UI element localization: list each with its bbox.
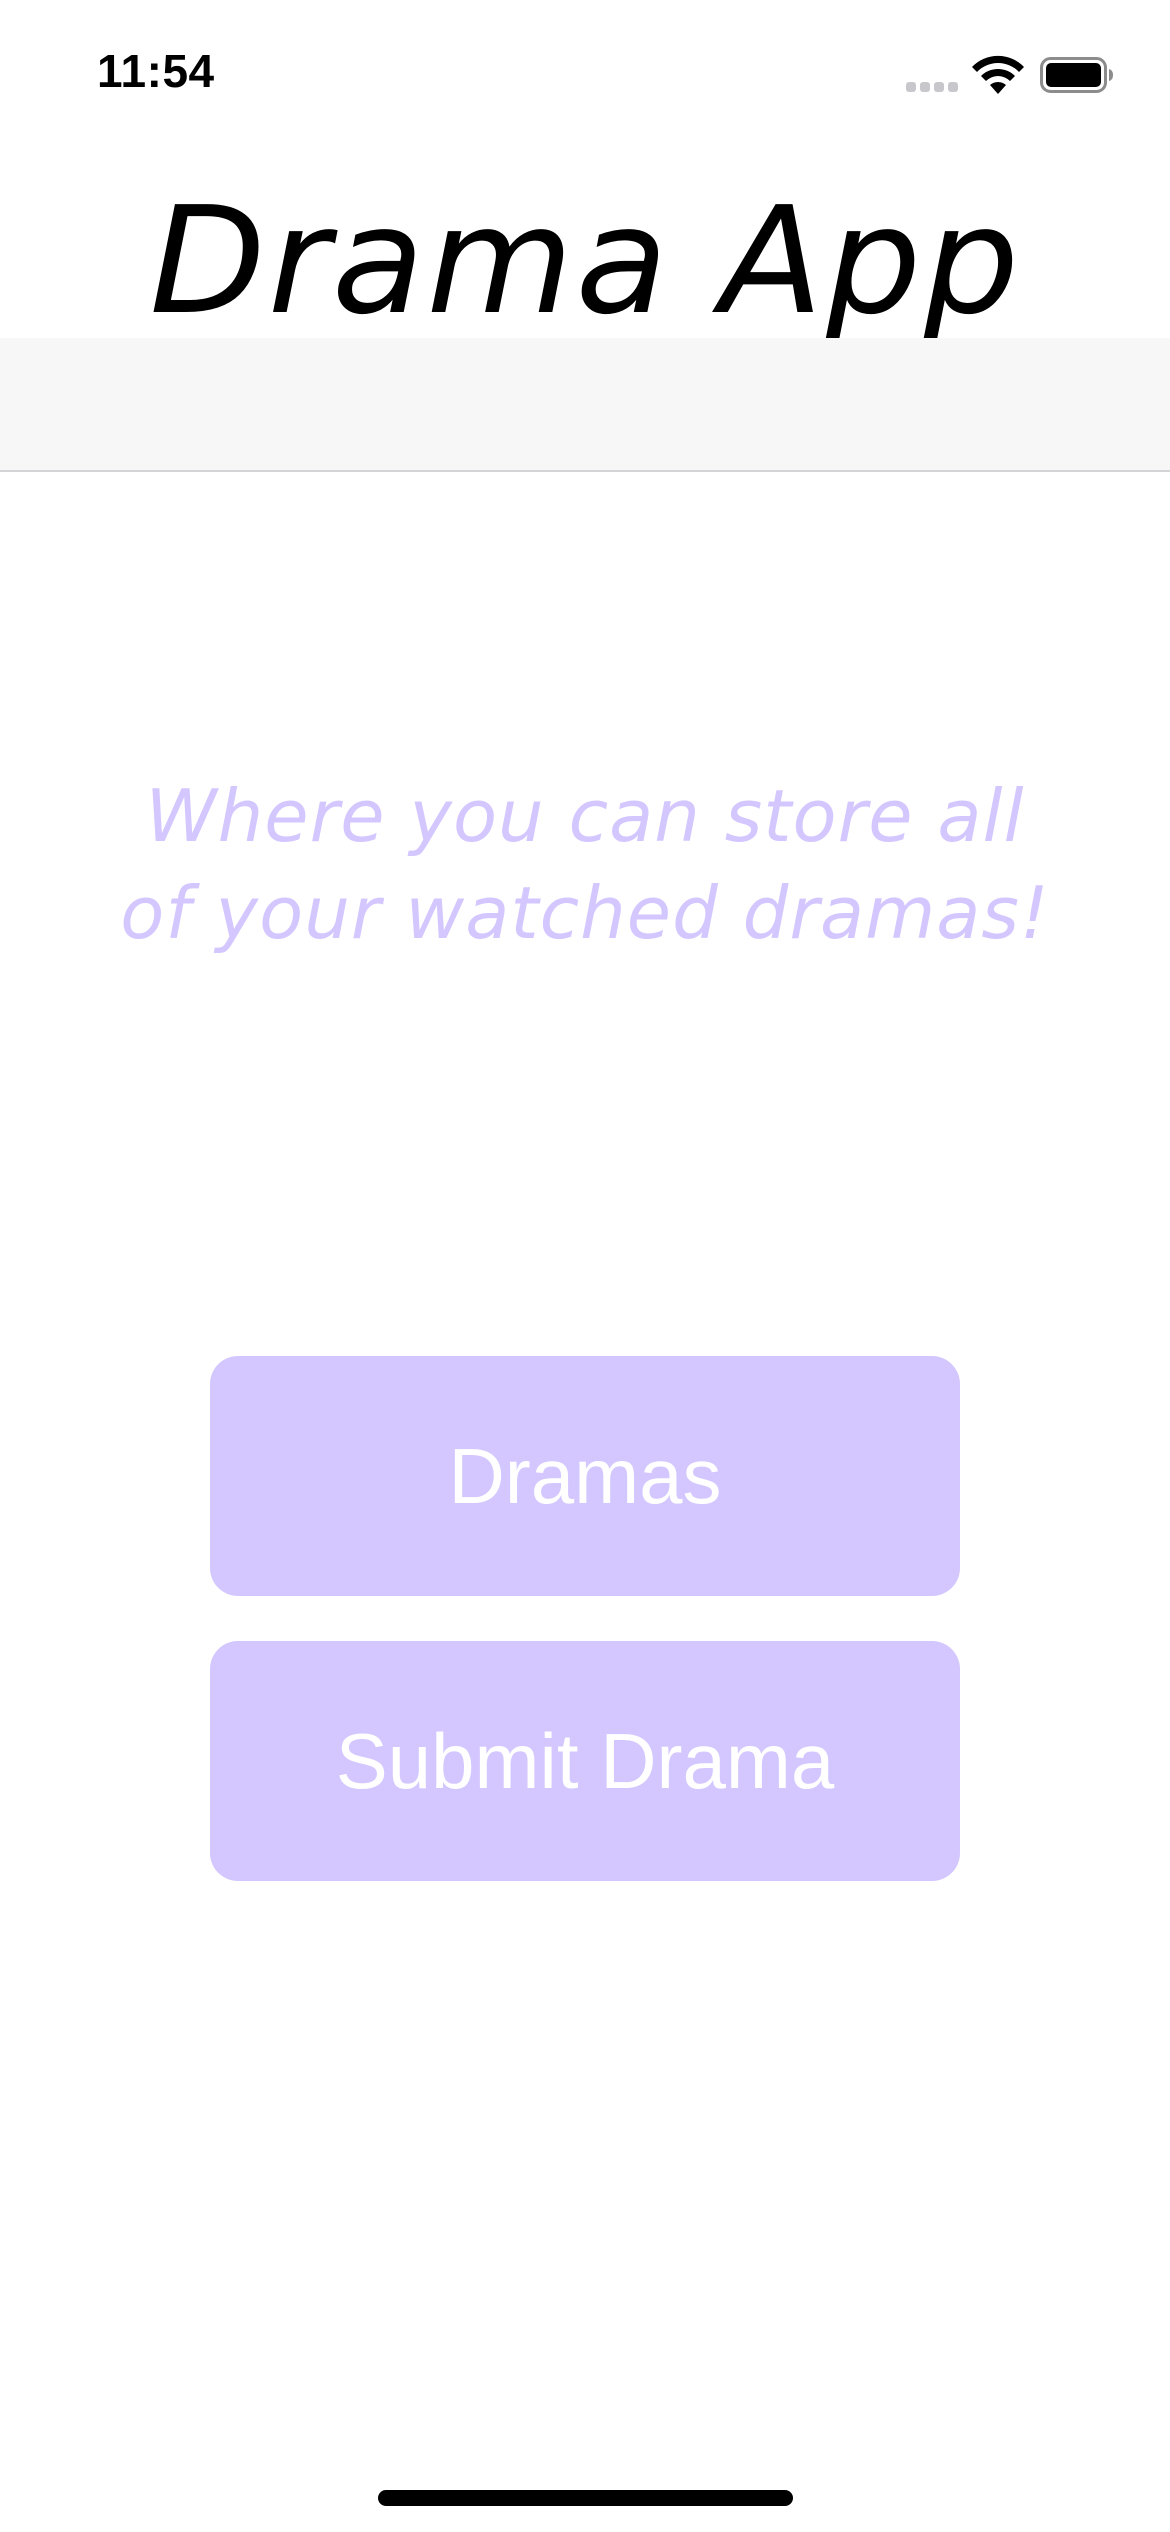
app-title-text: Drama App bbox=[149, 176, 1021, 338]
wifi-icon bbox=[972, 55, 1024, 94]
cellular-signal-icon bbox=[906, 82, 958, 92]
home-indicator[interactable] bbox=[378, 2490, 793, 2506]
navigation-bar bbox=[0, 338, 1170, 472]
status-time: 11:54 bbox=[97, 45, 215, 97]
dramas-button[interactable]: Dramas bbox=[210, 1356, 960, 1596]
status-bar: 11:54 bbox=[0, 0, 1170, 150]
app-title: Drama App bbox=[0, 176, 1170, 338]
tagline: Where you can store all of your watched … bbox=[120, 774, 1050, 955]
battery-icon bbox=[1040, 57, 1113, 93]
submit-drama-button[interactable]: Submit Drama bbox=[210, 1641, 960, 1881]
